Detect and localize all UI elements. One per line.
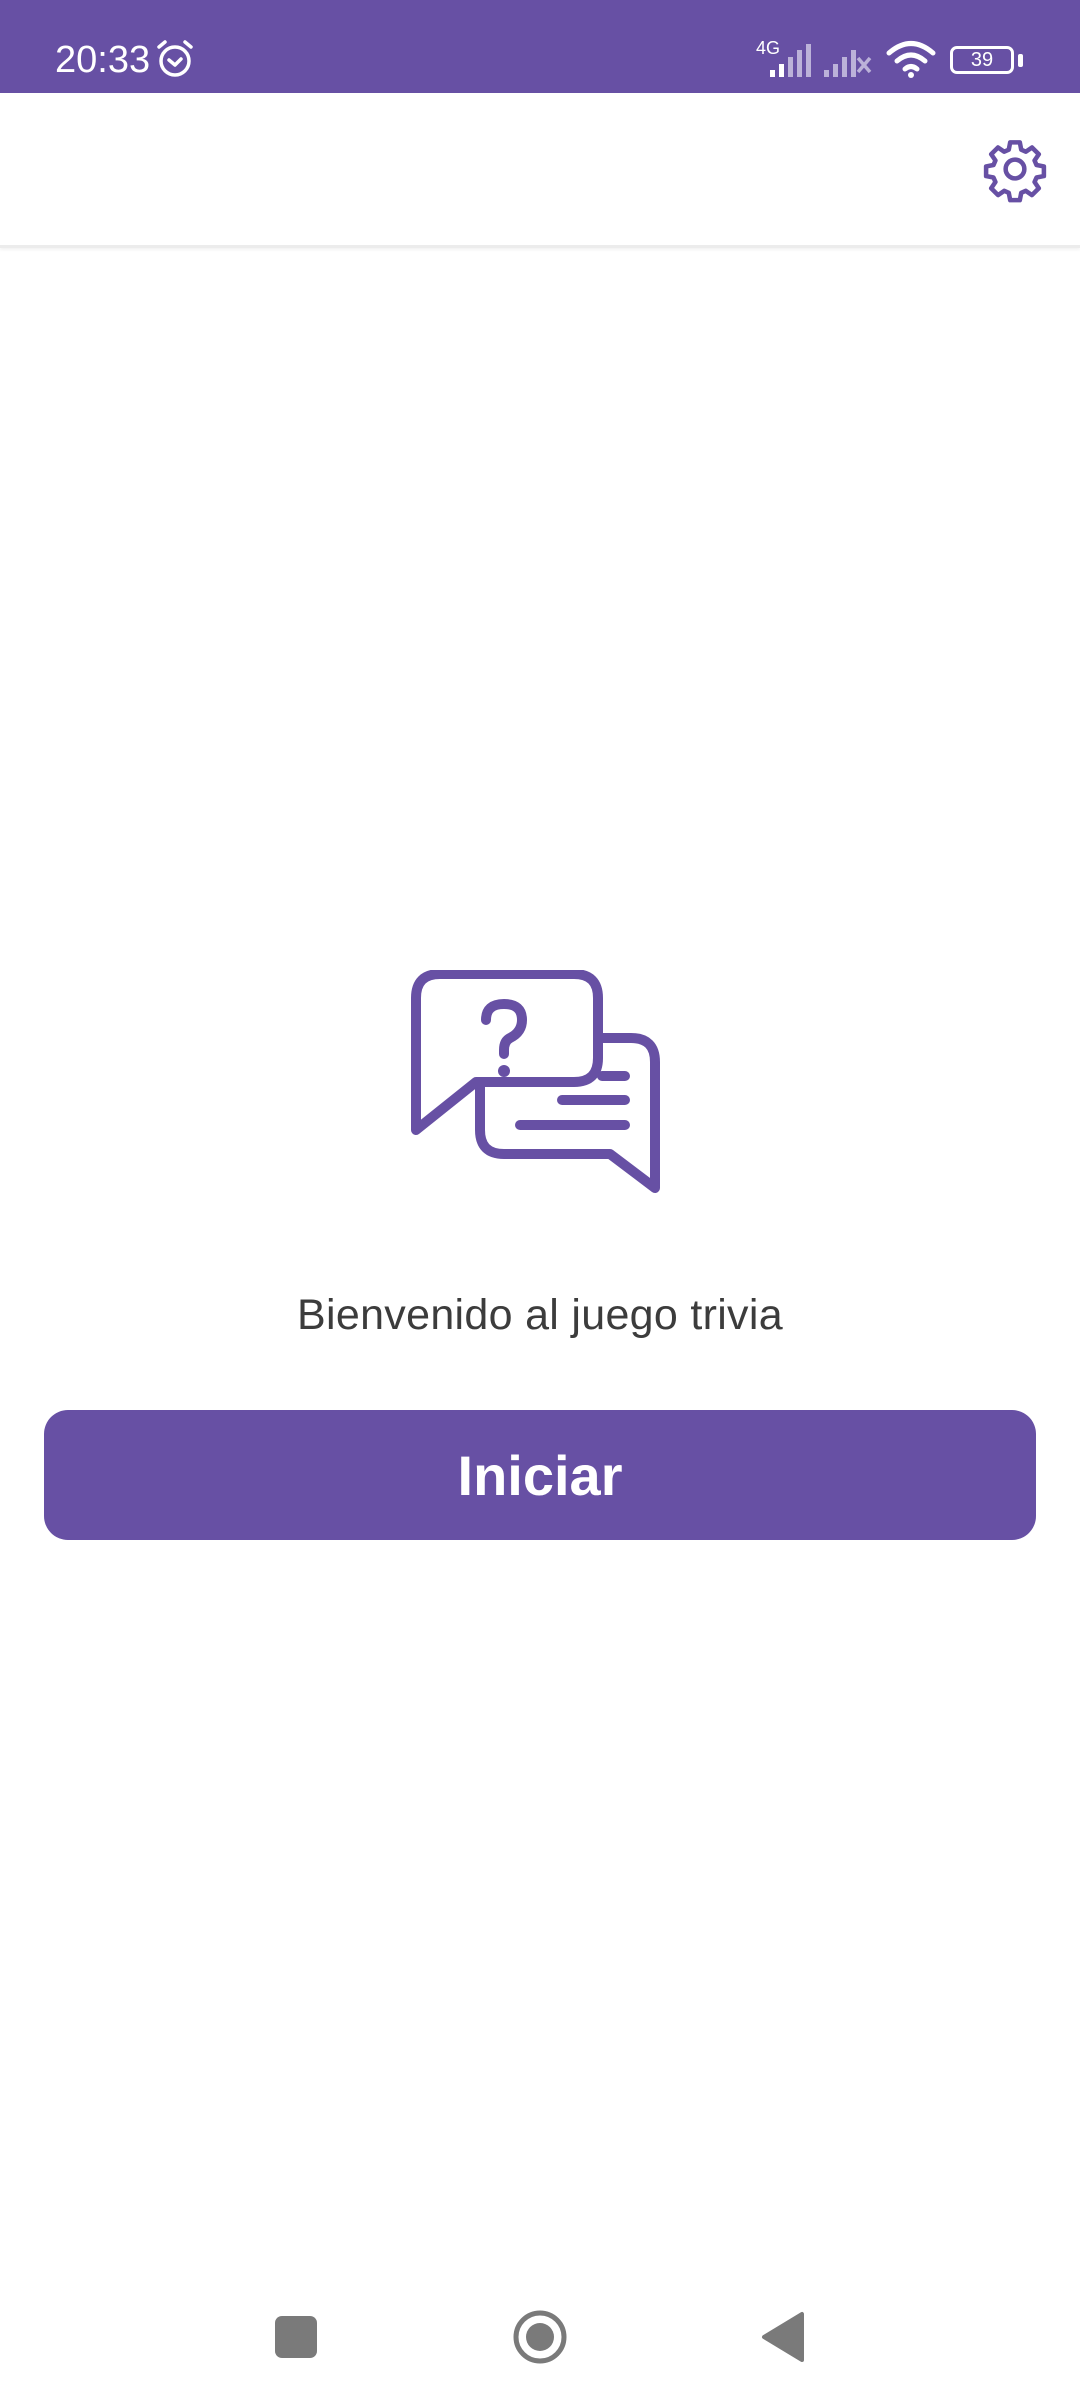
home-circle-icon[interactable] bbox=[511, 2308, 569, 2366]
wifi-icon bbox=[886, 41, 936, 78]
welcome-text: Bienvenido al juego trivia bbox=[297, 1291, 783, 1339]
app-bar bbox=[0, 93, 1080, 248]
recents-square-icon[interactable] bbox=[275, 2316, 317, 2358]
status-icons: 4G 39 bbox=[740, 0, 1080, 93]
battery-tip bbox=[1018, 54, 1023, 67]
start-button[interactable]: Iniciar bbox=[44, 1410, 1036, 1540]
navigation-bar bbox=[0, 2270, 1080, 2400]
status-time: 20:33 bbox=[55, 39, 151, 81]
gear-icon bbox=[983, 140, 1047, 203]
battery-level: 39 bbox=[970, 49, 994, 71]
signal-icon bbox=[770, 44, 811, 77]
status-bar: 20:33 4G 39 bbox=[0, 0, 1080, 93]
question-chat-bubbles-icon bbox=[411, 970, 660, 1193]
alarm-icon bbox=[157, 40, 193, 77]
screen: 20:33 4G 39 Bienvenido al juego trivia I… bbox=[0, 0, 1080, 2400]
battery-icon: 39 bbox=[950, 46, 1014, 74]
settings-button[interactable] bbox=[970, 124, 1060, 214]
signal-off-icon bbox=[824, 50, 872, 77]
back-triangle-icon[interactable] bbox=[760, 2310, 806, 2364]
